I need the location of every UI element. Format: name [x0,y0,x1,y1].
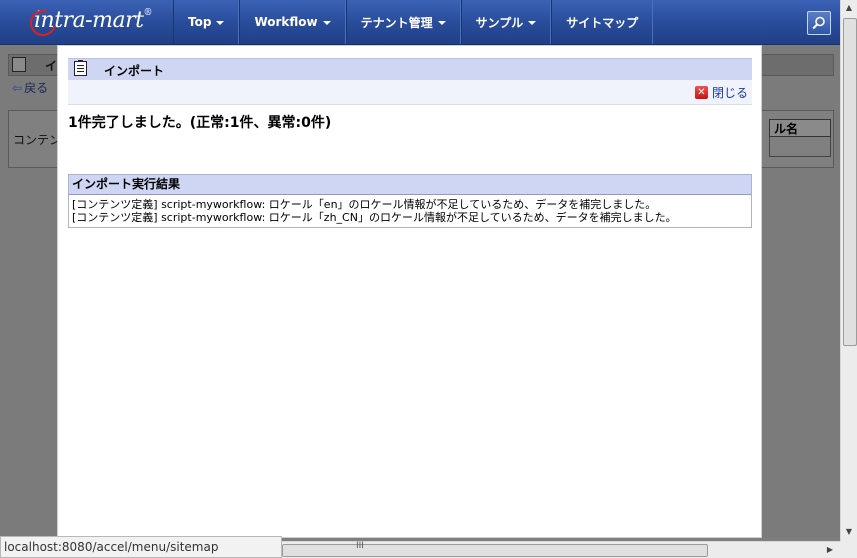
dialog-header: インポート [68,58,752,80]
background-column-header: ル名 [769,119,831,137]
background-column-cell [769,137,831,157]
background-title: イ [45,59,58,73]
back-arrow-icon: ⇦ [12,81,23,95]
caret-down-icon [437,21,446,25]
scroll-grip-icon: III [356,541,364,551]
nav-item-label: Workflow [254,15,318,29]
caret-down-icon [528,21,537,25]
scroll-down-icon[interactable]: ▼ [841,524,857,540]
dialog-title: インポート [104,64,165,78]
clipboard-icon [12,57,26,72]
scroll-up-icon[interactable]: ▲ [841,0,857,16]
nav-item-sample[interactable]: サンプル [460,0,552,44]
search-button[interactable] [807,11,831,35]
nav-menu: Top Workflow テナント管理 サンプル サイトマップ [173,0,654,44]
horizontal-scroll-thumb[interactable] [282,544,708,557]
background-panel-text: コンテン [13,133,62,147]
scrollbar-corner [840,541,857,558]
import-results-body: [コンテンツ定義] script-myworkflow: ロケール「en」のロケ… [69,195,751,224]
nav-item-label: Top [188,15,212,29]
list-item: [コンテンツ定義] script-myworkflow: ロケール「en」のロケ… [72,198,657,211]
close-button[interactable]: ✕ 閉じる [694,84,748,101]
import-results-header: インポート実行結果 [69,175,751,195]
nav-item-tenant-management[interactable]: テナント管理 [345,0,461,44]
import-result-message: 1件完了しました。(正常:1件、異常:0件) [68,115,332,131]
close-label: 閉じる [711,86,748,100]
caret-down-icon [216,21,225,25]
vertical-scroll-thumb[interactable] [843,18,857,346]
nav-item-label: サンプル [475,15,524,30]
vertical-scrollbar[interactable]: ▲ ▼ [840,0,857,541]
nav-item-sitemap[interactable]: サイトマップ [551,0,654,44]
nav-item-label: テナント管理 [360,15,433,30]
scroll-right-icon[interactable]: ▶ [822,542,838,558]
background-back-link: ⇦ 戻る [12,79,48,96]
nav-item-workflow[interactable]: Workflow [239,0,346,44]
clipboard-icon [74,60,87,76]
caret-down-icon [322,21,331,25]
list-item: [コンテンツ定義] script-myworkflow: ロケール「zh_CN」… [72,211,677,224]
import-results-table: インポート実行結果 [コンテンツ定義] script-myworkflow: ロ… [68,174,752,228]
import-dialog: インポート ✕ 閉じる 1件完了しました。(正常:1件、異常:0件) インポート… [57,45,762,538]
logo-registered-mark: ® [143,8,152,18]
dialog-toolbar: ✕ 閉じる [68,80,752,105]
status-bar-url: localhost:8080/accel/menu/sitemap [0,536,282,558]
back-label: 戻る [24,81,49,95]
nav-item-top[interactable]: Top [173,0,240,44]
top-navbar: intra-mart® Top Workflow テナント管理 サンプル サイト… [0,0,840,45]
close-icon: ✕ [694,86,708,99]
search-icon [812,16,825,30]
intra-mart-logo[interactable]: intra-mart® [25,5,154,41]
nav-item-label: サイトマップ [566,15,639,30]
